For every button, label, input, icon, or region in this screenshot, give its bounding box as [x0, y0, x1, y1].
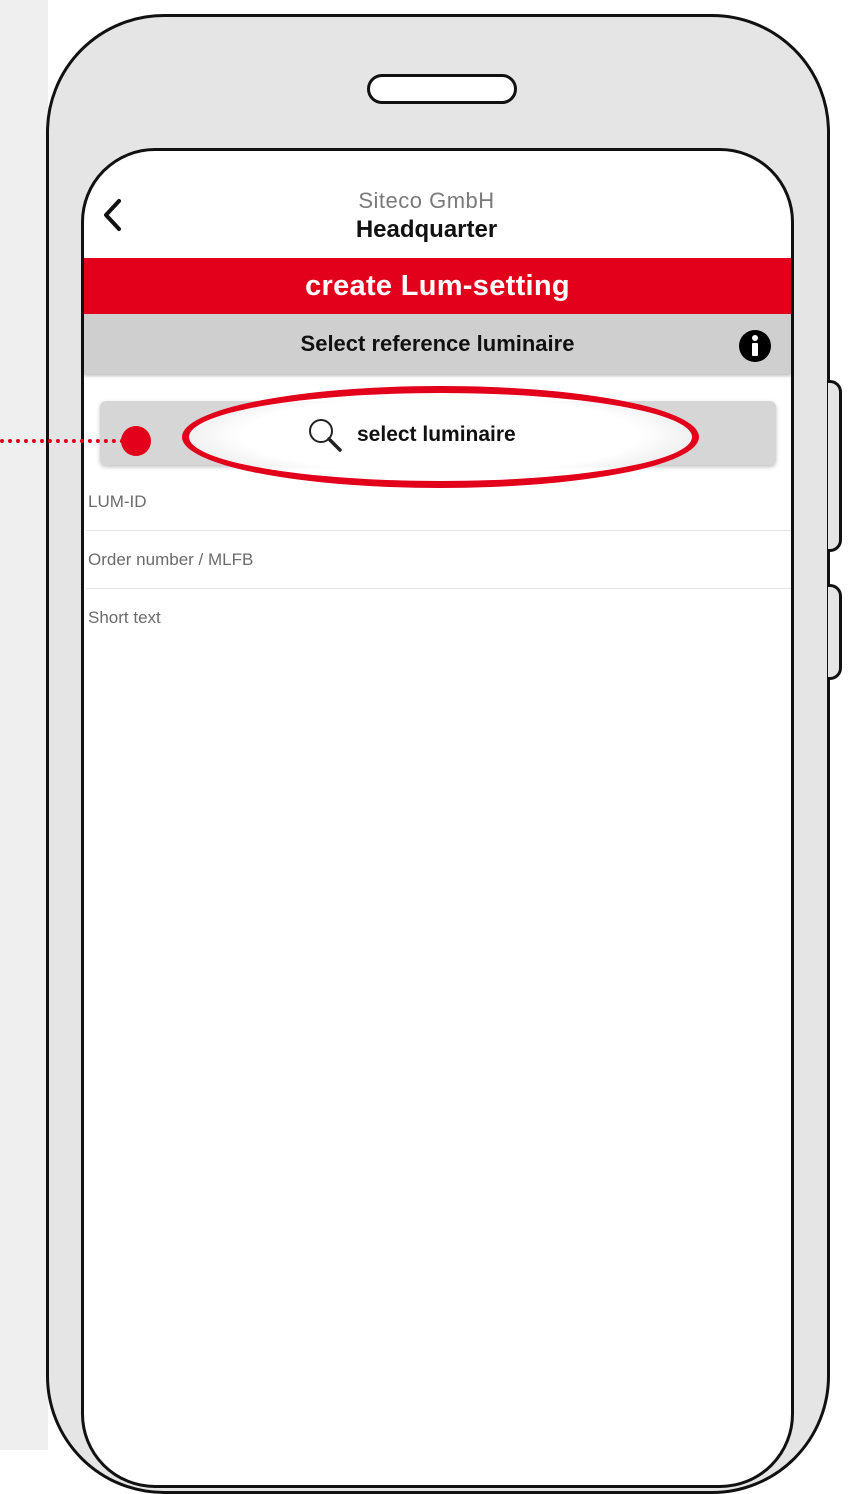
info-icon[interactable]: [738, 329, 772, 363]
short-text-field[interactable]: Short text: [86, 589, 791, 647]
short-text-label: Short text: [88, 608, 161, 627]
order-number-label: Order number / MLFB: [88, 549, 254, 569]
phone-speaker: [367, 74, 517, 104]
lum-id-label: LUM-ID: [88, 491, 147, 511]
callout-line: [0, 439, 124, 443]
search-icon: [309, 419, 342, 452]
section-header: Select reference luminaire: [84, 314, 791, 374]
select-luminaire-label: select luminaire: [357, 423, 516, 446]
page-title-bar: create Lum-setting: [84, 258, 791, 314]
phone-volume-button: [828, 380, 842, 552]
company-name: Siteco GmbH: [358, 188, 495, 213]
site-name: Headquarter: [355, 216, 498, 243]
callout-dot: [121, 426, 151, 456]
phone-power-button: [828, 584, 842, 680]
lum-id-field[interactable]: LUM-ID: [86, 473, 791, 531]
select-luminaire-button-content[interactable]: select luminaire: [305, 415, 516, 455]
order-number-field[interactable]: Order number / MLFB: [86, 531, 791, 589]
